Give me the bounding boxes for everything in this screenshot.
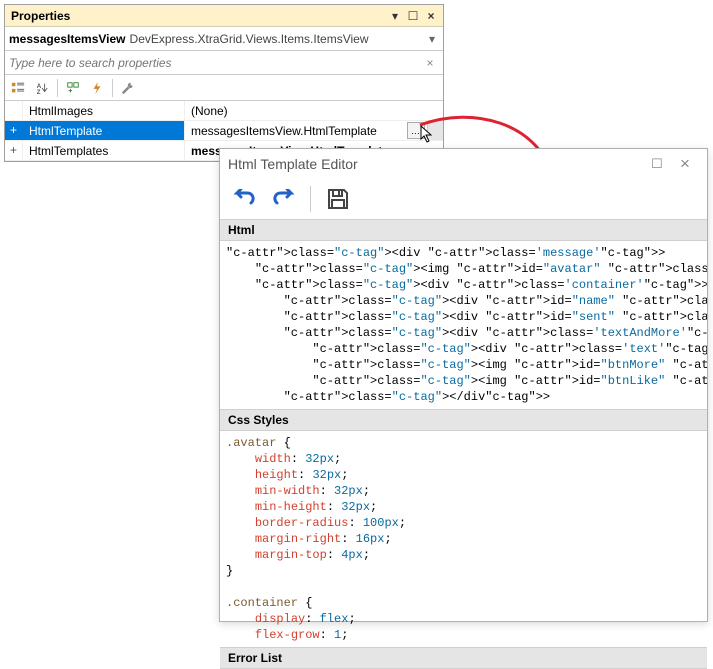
clear-icon[interactable]: × xyxy=(421,56,439,70)
svg-text:Z: Z xyxy=(37,89,41,95)
property-row[interactable]: HtmlImages(None) xyxy=(5,101,443,121)
categorized-icon[interactable] xyxy=(7,77,29,99)
errors-section-header[interactable]: Error List xyxy=(220,647,707,669)
events-icon[interactable] xyxy=(86,77,108,99)
redo-button[interactable] xyxy=(268,184,298,214)
ellipsis-button[interactable]: … xyxy=(407,122,425,139)
html-template-editor: Html Template Editor ☐ × Html "c-attr">c… xyxy=(219,148,708,622)
editor-toolbar xyxy=(220,179,707,219)
properties-title: Properties xyxy=(9,9,385,23)
property-value[interactable]: messagesItemsView.HtmlTemplate… xyxy=(185,121,443,140)
object-type: DevExpress.XtraGrid.Views.Items.ItemsVie… xyxy=(130,32,425,46)
property-name: HtmlTemplates xyxy=(23,141,185,160)
property-name: HtmlTemplate xyxy=(23,121,185,140)
object-name: messagesItemsView xyxy=(9,32,126,46)
properties-panel: Properties ▾ ☐ × messagesItemsView DevEx… xyxy=(4,4,444,162)
editor-title: Html Template Editor xyxy=(228,156,643,172)
undo-button[interactable] xyxy=(230,184,260,214)
close-icon[interactable]: × xyxy=(671,152,699,176)
search-input[interactable] xyxy=(9,56,421,70)
expand-toggle[interactable]: + xyxy=(5,141,23,160)
alphabetical-icon[interactable]: AZ xyxy=(31,77,53,99)
maximize-icon[interactable]: ☐ xyxy=(643,152,671,176)
wrench-icon[interactable] xyxy=(117,77,139,99)
close-icon[interactable]: × xyxy=(423,8,439,24)
property-value[interactable]: (None) xyxy=(185,101,443,120)
favorites-icon[interactable] xyxy=(62,77,84,99)
dropdown-icon[interactable]: ▾ xyxy=(387,8,403,24)
expand-toggle xyxy=(5,101,23,120)
object-selector[interactable]: messagesItemsView DevExpress.XtraGrid.Vi… xyxy=(5,27,443,51)
html-code-block[interactable]: "c-attr">class="c-tag"><div "c-attr">cla… xyxy=(220,241,707,409)
property-row[interactable]: +HtmlTemplatemessagesItemsView.HtmlTempl… xyxy=(5,121,443,141)
expand-toggle[interactable]: + xyxy=(5,121,23,140)
chevron-down-icon[interactable]: ▾ xyxy=(425,32,439,46)
css-code-block[interactable]: .avatar { width: 32px; height: 32px; min… xyxy=(220,431,707,647)
css-section-header[interactable]: Css Styles xyxy=(220,409,707,431)
save-button[interactable] xyxy=(323,184,353,214)
scroll-indicator xyxy=(427,121,443,140)
properties-title-bar: Properties ▾ ☐ × xyxy=(5,5,443,27)
html-section-header[interactable]: Html xyxy=(220,219,707,241)
properties-toolbar: AZ xyxy=(5,75,443,101)
maximize-icon[interactable]: ☐ xyxy=(405,8,421,24)
editor-title-bar: Html Template Editor ☐ × xyxy=(220,149,707,179)
property-name: HtmlImages xyxy=(23,101,185,120)
search-row: × xyxy=(5,51,443,75)
